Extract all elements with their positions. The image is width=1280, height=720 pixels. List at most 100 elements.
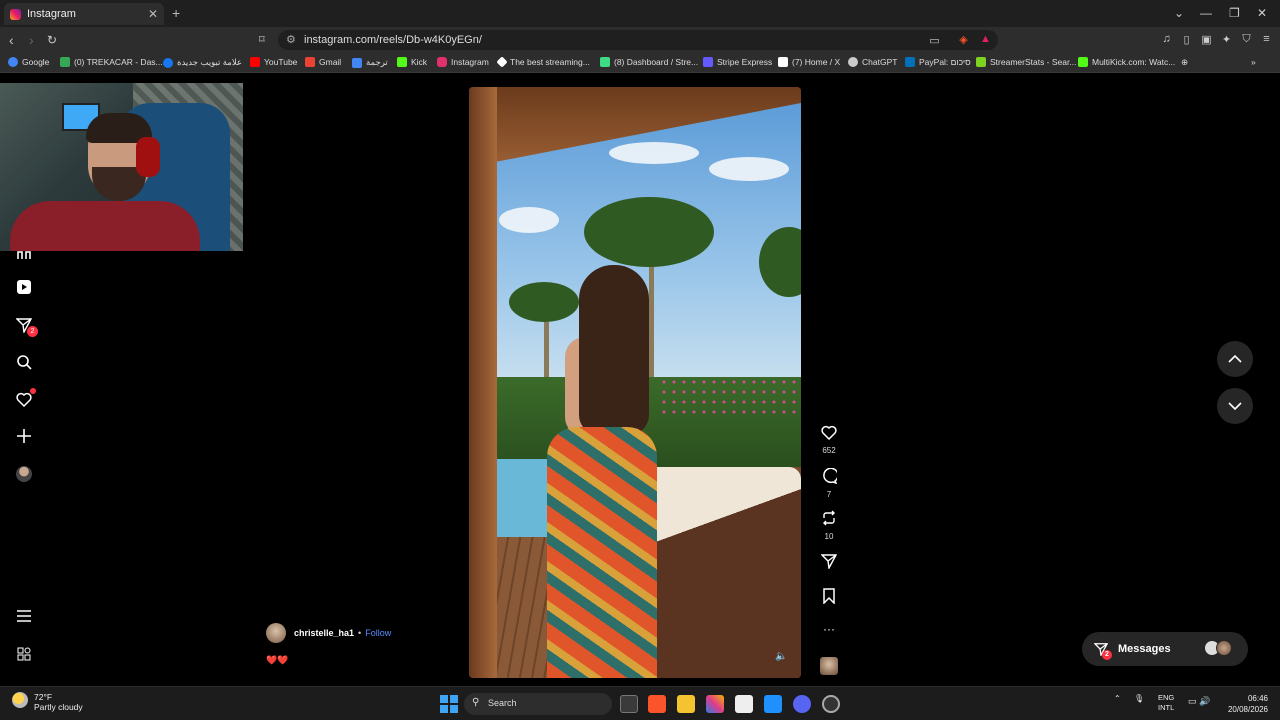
maximize-button[interactable]: ❐ — [1229, 6, 1240, 20]
tab-close-icon[interactable]: ✕ — [148, 7, 158, 21]
notification-dot — [30, 388, 36, 394]
windows-start-icon[interactable] — [440, 695, 458, 713]
network-volume-icon[interactable]: ▭ 🔊 — [1188, 696, 1210, 707]
wallet-icon[interactable]: ▣ — [1200, 33, 1213, 46]
messages-panel-button[interactable]: 2 Messages — [1082, 632, 1248, 666]
bookmark-icon — [823, 588, 835, 605]
trekacar-icon — [60, 57, 70, 67]
globe-icon[interactable]: ⊕ — [1181, 57, 1188, 68]
browser-toolbar: ‹ › ↻ ⌑ ⚙ instagram.com/reels/Db-w4K0yEG… — [0, 27, 1280, 53]
tab-search-chevron-icon[interactable]: ⌄ — [1174, 6, 1184, 20]
language-indicator[interactable]: ENG INTL — [1158, 693, 1174, 713]
task-view-icon[interactable] — [620, 695, 638, 713]
bookmark-google[interactable]: Google — [8, 57, 49, 67]
paypal-icon — [905, 57, 915, 67]
bookmark-new-tab[interactable]: علامة تبويب جديدة — [163, 57, 242, 68]
ms365-icon[interactable] — [706, 695, 724, 713]
bookmark-chatgpt[interactable]: ChatGPT — [848, 57, 897, 67]
follow-button[interactable]: Follow — [365, 628, 391, 638]
bookmark-page-icon[interactable]: ⌑ — [259, 33, 265, 46]
cast-icon[interactable]: ▭ — [928, 34, 941, 47]
like-button[interactable]: 652 — [812, 425, 846, 455]
profile-avatar[interactable] — [14, 464, 34, 484]
obs-icon[interactable] — [822, 695, 840, 713]
minimize-button[interactable]: — — [1200, 6, 1212, 20]
bookmark-instagram[interactable]: Instagram — [437, 57, 489, 67]
bookmark-gmail[interactable]: Gmail — [305, 57, 341, 67]
vpn-shield-icon[interactable]: ⛉ — [1240, 33, 1253, 46]
tray-overflow-icon[interactable]: ⌃ 🎙 — [1114, 694, 1144, 703]
streamerstats-icon — [976, 57, 986, 67]
bookmark-x[interactable]: (7) Home / X — [778, 57, 840, 67]
comments-count: 7 — [826, 490, 832, 499]
bookmark-trekacar[interactable]: (0) TREKACAR - Das... — [60, 57, 163, 67]
windows-taskbar: 72°F Partly cloudy ⚲ Search ⌃ 🎙 ENG INTL… — [0, 686, 1280, 720]
bookmark-streamerstats[interactable]: StreamerStats - Sear... — [976, 57, 1076, 67]
reel-video[interactable]: 🔈 — [469, 87, 801, 678]
share-icon — [820, 554, 838, 571]
forward-icon[interactable]: › — [29, 32, 34, 48]
home-icon[interactable] — [14, 244, 34, 264]
search-icon[interactable] — [14, 352, 34, 372]
also-from-meta-icon[interactable] — [14, 644, 34, 664]
bookmark-multikick[interactable]: MultiKick.com: Watc... — [1078, 57, 1175, 67]
direct-messages-icon[interactable]: 2 — [14, 315, 38, 337]
mute-icon[interactable]: 🔈 — [775, 651, 787, 662]
brave-shields-icon[interactable]: ◈ — [957, 33, 970, 46]
kick-icon — [397, 57, 407, 67]
weather-widget[interactable]: 72°F Partly cloudy — [12, 692, 83, 712]
media-icon[interactable]: ♫ — [1160, 33, 1173, 46]
brave-rewards-icon[interactable]: ▲ — [979, 33, 992, 46]
streaming-icon — [496, 56, 508, 68]
bookmark-kick[interactable]: Kick — [397, 57, 427, 67]
instagram-favicon-icon — [10, 8, 21, 20]
share-button[interactable] — [812, 553, 846, 574]
bookmark-youtube[interactable]: YouTube — [250, 57, 297, 67]
next-reel-button[interactable] — [1217, 388, 1253, 424]
dashboard-icon — [600, 57, 610, 67]
notifications-heart-icon[interactable] — [14, 388, 36, 409]
clock[interactable]: 06:46 20/08/2026 — [1222, 693, 1268, 715]
date: 20/08/2026 — [1227, 705, 1268, 714]
discord-icon[interactable] — [793, 695, 811, 713]
bookmark-streaming[interactable]: The best streaming... — [496, 56, 590, 68]
repost-button[interactable]: 10 — [812, 510, 846, 541]
site-settings-icon[interactable]: ⚙ — [286, 33, 296, 46]
taskbar-search[interactable]: ⚲ Search — [464, 693, 612, 715]
audio-thumbnail[interactable] — [812, 657, 846, 680]
bookmark-dashboard[interactable]: (8) Dashboard / Stre... — [600, 57, 698, 67]
back-icon[interactable]: ‹ — [9, 32, 14, 48]
menu-icon[interactable]: ≡ — [1260, 33, 1273, 46]
author-avatar[interactable] — [266, 623, 286, 643]
bookmark-translate[interactable]: ترجمة — [352, 57, 388, 68]
chevron-up-icon — [1228, 355, 1242, 363]
reels-icon[interactable] — [14, 277, 34, 297]
app-icon[interactable] — [764, 695, 782, 713]
more-bookmarks-icon[interactable]: » — [1251, 57, 1256, 67]
close-window-button[interactable]: ✕ — [1257, 6, 1267, 20]
previous-reel-button[interactable] — [1217, 341, 1253, 377]
save-button[interactable] — [812, 588, 846, 609]
author-separator: • — [358, 628, 362, 638]
tab-instagram[interactable]: Instagram ✕ — [4, 3, 164, 25]
gmail-icon — [305, 57, 315, 67]
reel-caption[interactable]: ❤️❤️ — [266, 655, 288, 666]
microsoft-store-icon[interactable] — [735, 695, 753, 713]
author-username[interactable]: christelle_ha1 — [294, 628, 354, 638]
sidebar-toggle-icon[interactable]: ▯ — [1180, 33, 1193, 46]
address-bar[interactable]: ⚙ instagram.com/reels/Db-w4K0yEGn/ ▭ ◈ ▲ — [278, 30, 998, 50]
reload-icon[interactable]: ↻ — [47, 33, 57, 47]
more-menu-icon[interactable] — [14, 606, 34, 626]
stripe-icon — [703, 57, 713, 67]
create-plus-icon[interactable] — [14, 426, 34, 446]
reel-author: christelle_ha1 • Follow — [266, 623, 391, 643]
brave-browser-icon[interactable] — [648, 695, 666, 713]
chatgpt-icon — [848, 57, 858, 67]
new-tab-button[interactable]: + — [172, 5, 180, 21]
bookmark-stripe[interactable]: Stripe Express — [703, 57, 772, 67]
leo-ai-icon[interactable]: ✦ — [1220, 33, 1233, 46]
more-options-icon[interactable]: ··· — [812, 622, 846, 636]
file-explorer-icon[interactable] — [677, 695, 695, 713]
comment-button[interactable]: 7 — [812, 467, 846, 499]
bookmark-paypal[interactable]: PayPal: סיכום — [905, 57, 971, 67]
